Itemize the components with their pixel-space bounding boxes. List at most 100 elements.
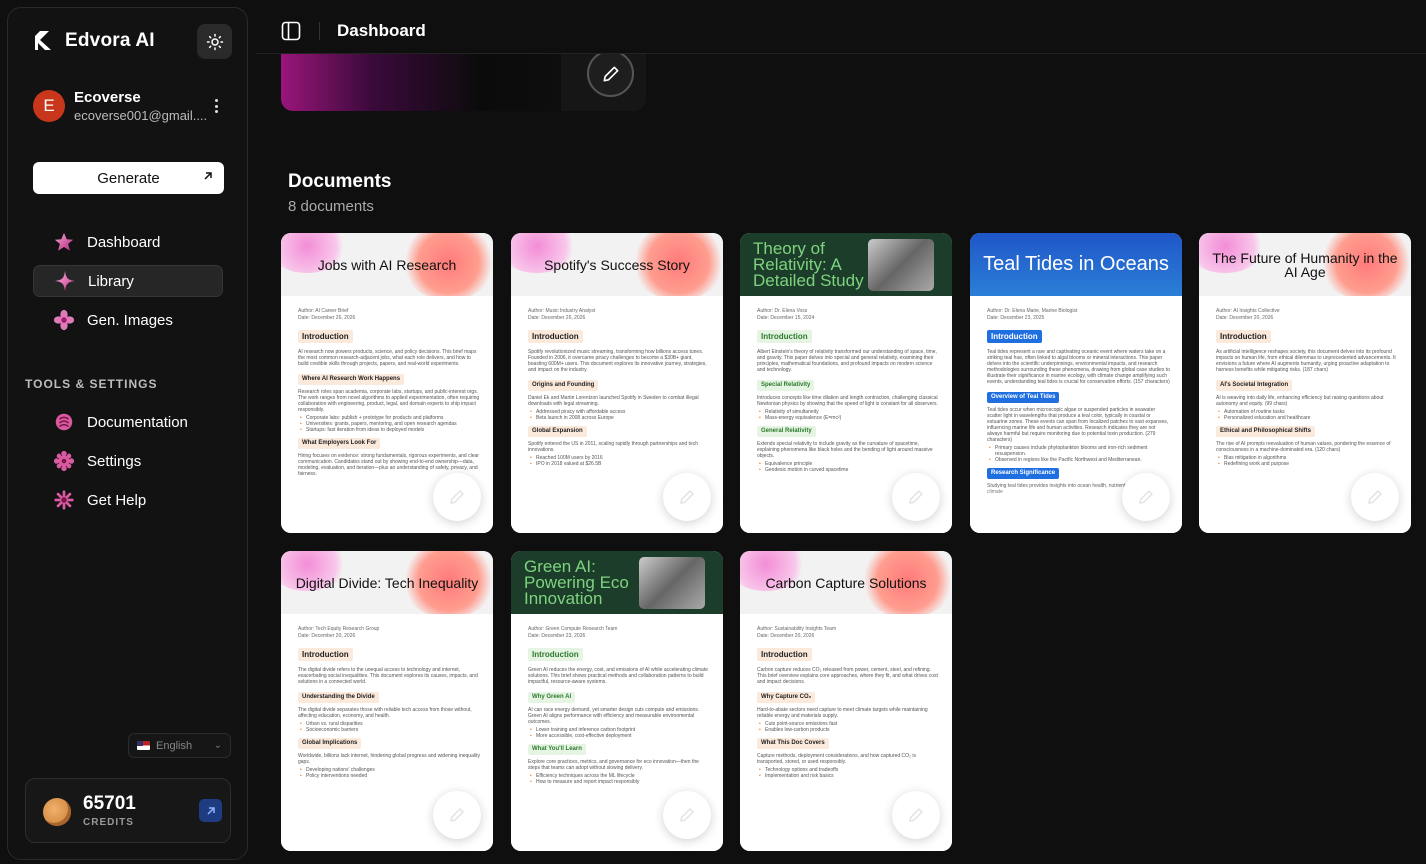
card-author: Author: Dr. Elena Marie, Marine Biologis…	[987, 308, 1078, 314]
card-author: Author: Music Industry Analyst	[528, 308, 596, 314]
card-date: Date: December 20, 2026	[757, 633, 815, 639]
bullet-item: Socioeconomic barriers	[298, 727, 481, 733]
section-heading: Global Expansion	[528, 426, 587, 437]
pencil-icon	[603, 66, 618, 81]
sidebar-item-label: Get Help	[87, 491, 147, 509]
sidebar-item-dashboard[interactable]: Dashboard	[33, 226, 223, 258]
section-text: Daniel Ek and Martin Lorentzon launched …	[528, 395, 699, 407]
section-heading: What This Doc Covers	[757, 738, 829, 749]
card-body: Author: Green Compute Research Team Date:…	[528, 626, 711, 785]
sidebar-item-label: Documentation	[87, 413, 188, 431]
user-email: ecoverse001@gmail....	[74, 108, 208, 123]
language-select[interactable]: English ⌄	[128, 733, 231, 758]
pencil-icon	[1368, 490, 1382, 504]
section-heading: Introduction	[987, 330, 1042, 343]
edit-document-button[interactable]	[433, 473, 481, 521]
edit-document-button[interactable]	[1122, 473, 1170, 521]
user-profile[interactable]: E Ecoverse ecoverse001@gmail....	[33, 89, 207, 123]
edit-document-button[interactable]	[663, 473, 711, 521]
edit-document-button[interactable]	[1351, 473, 1399, 521]
card-body: Author: AI Insights Collective Date: Dece…	[1216, 308, 1399, 467]
document-card[interactable]: Jobs with AI Research Author: AI Career B…	[281, 233, 493, 533]
edit-document-button[interactable]	[892, 791, 940, 839]
card-date: Date: December 26, 2026	[528, 315, 586, 321]
section-text: Albert Einstein's theory of relativity t…	[757, 349, 937, 373]
bullet-item: IPO in 2018 valued at $26.5B	[528, 461, 711, 467]
document-card[interactable]: Teal Tides in Oceans Author: Dr. Elena Ma…	[970, 233, 1182, 533]
section-heading: Why Green AI	[528, 692, 576, 703]
documents-title: Documents	[288, 171, 392, 192]
bullet-item: Policy interventions needed	[298, 773, 481, 779]
hero-edit-button[interactable]	[587, 50, 634, 97]
generate-label: Generate	[97, 169, 160, 187]
bullet-item: Beta launch in 2008 across Europe	[528, 415, 711, 421]
card-title: Green AI: Powering Eco Innovation	[524, 556, 629, 608]
user-menu-icon[interactable]	[213, 99, 219, 113]
card-title: Carbon Capture Solutions	[765, 574, 927, 591]
generate-button[interactable]: Generate	[33, 162, 224, 194]
document-card[interactable]: Carbon Capture Solutions Author: Sustaina…	[740, 551, 952, 851]
card-date: Date: December 15, 2024	[757, 315, 815, 321]
sidebar-item-label: Dashboard	[87, 233, 161, 251]
edvora-logo-icon	[35, 31, 51, 50]
card-body: Author: Sustainability Insights Team Date…	[757, 626, 940, 779]
help-icon	[54, 490, 74, 510]
card-date: Date: December 23, 2025	[987, 315, 1045, 321]
section-heading: AI's Societal Integration	[1216, 380, 1293, 391]
sidebar-item-library[interactable]: Library	[33, 265, 223, 297]
section-text: Spotify revolutionized music streaming, …	[528, 349, 707, 373]
us-flag-icon	[137, 741, 150, 750]
avatar: E	[33, 90, 65, 122]
card-author: Author: Sustainability Insights Team	[757, 626, 837, 632]
bullet-item: Primary causes include phytoplankton blo…	[987, 445, 1170, 457]
sidebar-item-label: Settings	[87, 452, 142, 470]
section-text: Teal tides occur when microscopic algae …	[987, 407, 1169, 443]
section-text: Capture methods, deployment consideratio…	[757, 753, 916, 765]
sidebar-item-documentation[interactable]: Documentation	[33, 406, 223, 438]
top-bar: Dashboard	[256, 0, 1426, 54]
document-card[interactable]: Theory of Relativity: A Detailed Study Au…	[740, 233, 952, 533]
star-gem-icon	[54, 232, 74, 251]
pencil-icon	[909, 808, 923, 822]
pencil-icon	[450, 808, 464, 822]
card-title: Jobs with AI Research	[317, 256, 457, 273]
flower-icon	[53, 309, 75, 331]
bullet-item: Mass-energy equivalence (E=mc²)	[757, 415, 940, 421]
tools-section-title: TOOLS & SETTINGS	[25, 377, 158, 391]
edit-document-button[interactable]	[433, 791, 481, 839]
section-text: Teal tides represent a rare and captivat…	[987, 349, 1170, 385]
section-heading: Introduction	[528, 648, 583, 661]
section-heading: Research Significance	[987, 468, 1060, 479]
document-card[interactable]: The Future of Humanity in the AI Age Auth…	[1199, 233, 1411, 533]
sidebar-toggle-icon[interactable]	[281, 21, 301, 41]
card-date: Date: December 20, 2026	[298, 633, 356, 639]
section-text: Green AI reduces the energy, cost, and e…	[528, 667, 708, 685]
card-photo	[868, 239, 934, 291]
card-author: Author: AI Career Brief	[298, 308, 349, 314]
theme-toggle-button[interactable]	[197, 24, 232, 59]
bullet-item: Personalized education and healthcare	[1216, 415, 1399, 421]
edit-document-button[interactable]	[892, 473, 940, 521]
card-author: Author: AI Insights Collective	[1216, 308, 1280, 314]
document-card[interactable]: Green AI: Powering Eco Innovation Author:…	[511, 551, 723, 851]
card-date: Date: December 23, 2026	[528, 633, 586, 639]
bullet-item: Startups: fast iteration from ideas to d…	[298, 427, 481, 433]
sidebar-item-get-help[interactable]: Get Help	[33, 484, 223, 516]
card-banner: Teal Tides in Oceans	[970, 233, 1182, 296]
pencil-icon	[450, 490, 464, 504]
bullet-item: More accessible, cost-effective deployme…	[528, 733, 711, 739]
card-title: Theory of Relativity: A Detailed Study	[753, 238, 864, 290]
sidebar: Edvora AI E Ecoverse ecoverse001@gmail..…	[7, 7, 248, 860]
credits-value: 65701	[83, 793, 136, 814]
document-card[interactable]: Spotify's Success Story Author: Music Ind…	[511, 233, 723, 533]
edit-document-button[interactable]	[663, 791, 711, 839]
document-card[interactable]: Digital Divide: Tech Inequality Author: T…	[281, 551, 493, 851]
section-heading: Introduction	[1216, 330, 1271, 343]
brand[interactable]: Edvora AI	[31, 29, 155, 53]
sidebar-item-gen-images[interactable]: Gen. Images	[33, 304, 223, 336]
buy-credits-button[interactable]	[199, 799, 222, 822]
card-body: Author: Dr. Elena Voss Date: December 15,…	[757, 308, 940, 473]
card-banner: Digital Divide: Tech Inequality	[281, 551, 493, 614]
section-text: Explore core practices, metrics, and gov…	[528, 759, 699, 771]
sidebar-item-settings[interactable]: Settings	[33, 445, 223, 477]
